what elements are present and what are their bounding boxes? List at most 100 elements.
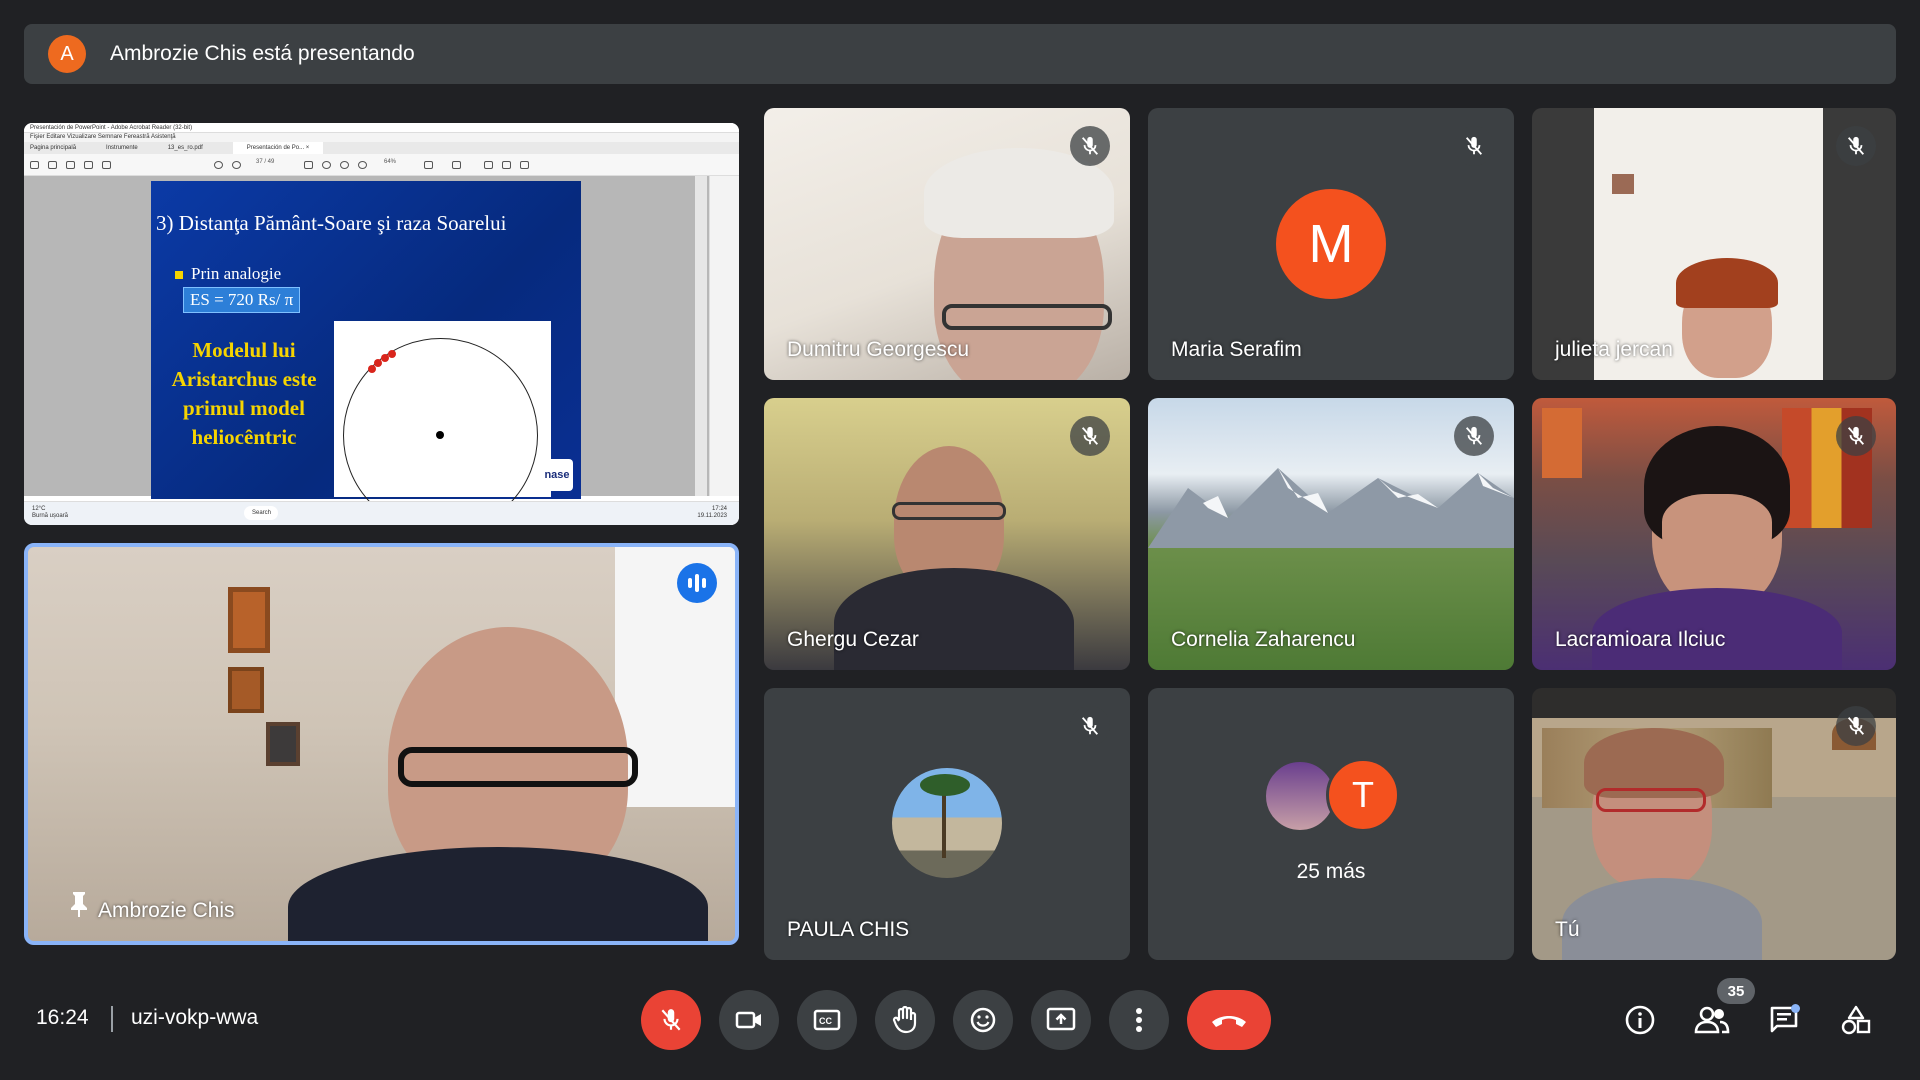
end-call-button[interactable] xyxy=(1187,990,1271,1050)
mic-off-icon xyxy=(1836,416,1876,456)
mic-off-icon xyxy=(1836,706,1876,746)
participant-avatar: M xyxy=(1276,189,1386,299)
present-icon xyxy=(1046,1007,1076,1031)
mic-off-icon xyxy=(1070,416,1110,456)
mountain-background xyxy=(1148,468,1514,548)
emoji-button[interactable] xyxy=(953,990,1013,1050)
more-vert-icon xyxy=(1136,1008,1142,1032)
participant-tile-self[interactable]: Tú xyxy=(1532,688,1896,960)
page-up-icon xyxy=(214,161,223,169)
present-button[interactable] xyxy=(1031,990,1091,1050)
clock: 16:24 xyxy=(36,1006,89,1029)
participant-name: Dumitru Georgescu xyxy=(787,338,970,361)
person-body xyxy=(1562,878,1762,960)
slide-bullet: Prin analogie xyxy=(175,264,281,284)
shared-tab: Pagina principală xyxy=(30,145,77,151)
presenting-banner: A Ambrozie Chis está presentando xyxy=(24,24,1896,84)
position-dot xyxy=(388,350,396,358)
glasses xyxy=(942,304,1112,330)
slide-formula: ES = 720 Rs/ π xyxy=(183,287,301,313)
activities-button[interactable] xyxy=(1838,1002,1874,1038)
more-options-button[interactable] xyxy=(1109,990,1169,1050)
windows-taskbar: 12°C Burnă ușoară Search 17:24 19.11.202… xyxy=(24,501,739,525)
mic-toggle-button[interactable] xyxy=(641,990,701,1050)
participant-tile-julieta[interactable]: julieta jercan xyxy=(1532,108,1896,380)
shared-window-title: Presentación de PowerPoint - Adobe Acrob… xyxy=(24,123,739,133)
meeting-details-button[interactable] xyxy=(1622,1002,1658,1038)
print-icon xyxy=(66,161,75,169)
unread-dot xyxy=(1791,1004,1800,1013)
glasses xyxy=(1596,788,1706,812)
participant-tile-paula[interactable]: PAULA CHIS xyxy=(764,688,1130,960)
sign-icon xyxy=(520,161,529,169)
slide-model-text: Modelul lui Aristarchus este primul mode… xyxy=(171,338,317,449)
participant-name: PAULA CHIS xyxy=(787,918,910,941)
participant-name: Maria Serafim xyxy=(1171,338,1302,361)
wall-icon-frame xyxy=(228,667,264,713)
mic-off-icon xyxy=(1070,126,1110,166)
emoji-icon xyxy=(970,1007,996,1033)
tools-icon xyxy=(452,161,461,169)
participant-avatar: T xyxy=(1326,758,1400,832)
person-hair xyxy=(1676,258,1778,308)
shared-screen[interactable]: Presentación de PowerPoint - Adobe Acrob… xyxy=(24,123,739,525)
participant-name: julieta jercan xyxy=(1555,338,1673,361)
svg-text:CC: CC xyxy=(819,1016,832,1026)
hand-icon xyxy=(322,161,331,169)
nase-logo: nase xyxy=(541,459,573,491)
glasses xyxy=(398,747,638,787)
camera-toggle-button[interactable] xyxy=(719,990,779,1050)
participants-count-badge: 35 xyxy=(1717,978,1755,1004)
mic-off-icon xyxy=(1070,706,1110,746)
zoom-level: 64% xyxy=(384,159,397,165)
participant-name: Cornelia Zaharencu xyxy=(1171,628,1356,651)
presenter-avatar: A xyxy=(48,35,86,73)
pdf-scrollbar[interactable] xyxy=(695,176,707,496)
participant-tile-cornelia[interactable]: Cornelia Zaharencu xyxy=(1148,398,1514,670)
people-button[interactable] xyxy=(1694,1002,1730,1038)
presenting-text: Ambrozie Chis está presentando xyxy=(110,42,415,65)
participant-avatar-photo xyxy=(892,768,1002,878)
chat-button[interactable] xyxy=(1766,1002,1802,1038)
presenter-tile[interactable]: Ambrozie Chis xyxy=(24,543,739,945)
speaking-indicator-icon xyxy=(677,563,717,603)
mic-off-icon xyxy=(1454,126,1494,166)
taskbar-clock: 17:24 19.11.2023 xyxy=(697,506,727,519)
slide-title: 3) Distanţa Pământ-Soare şi raza Soarelu… xyxy=(156,211,507,235)
participant-name: Tú xyxy=(1555,918,1580,941)
weather-widget: 12°C Burnă ușoară xyxy=(32,506,69,519)
mic-off-icon xyxy=(1454,416,1494,456)
more-participants-label: 25 más xyxy=(1296,860,1366,883)
mic-off-icon xyxy=(1836,126,1876,166)
wall-icon-frame xyxy=(266,722,300,766)
cursor-icon xyxy=(304,161,313,169)
taskbar-search: Search xyxy=(244,506,278,520)
raise-hand-button[interactable] xyxy=(875,990,935,1050)
shared-toolbar: 37 / 49 64% xyxy=(24,154,739,176)
shared-tab: Instrumente xyxy=(106,145,138,151)
wall-art xyxy=(1542,408,1582,478)
participant-tile-dumitru[interactable]: Dumitru Georgescu xyxy=(764,108,1130,380)
fit-icon xyxy=(424,161,433,169)
page-indicator: 37 / 49 xyxy=(256,159,275,165)
person-face xyxy=(1662,494,1772,564)
person-body xyxy=(834,568,1074,670)
pen-icon xyxy=(502,161,511,169)
participant-name: Lacramioara Ilciuc xyxy=(1555,628,1726,651)
participant-tile-ghergu[interactable]: Ghergu Cezar xyxy=(764,398,1130,670)
camera-icon xyxy=(735,1011,761,1029)
participant-tile-maria[interactable]: M Maria Serafim xyxy=(1148,108,1514,380)
shared-tab: 13_es_ro.pdf xyxy=(167,145,203,151)
shared-menu-bar: Fişier Editare Vizualizare Semnare Ferea… xyxy=(24,133,739,142)
shared-tab-active: Presentación de Po... × xyxy=(232,142,324,154)
participant-tile-more[interactable]: T 25 más xyxy=(1148,688,1514,960)
participant-tile-lacramioara[interactable]: Lacramioara Ilciuc xyxy=(1532,398,1896,670)
sun-dot xyxy=(436,431,444,439)
raise-hand-icon xyxy=(892,1006,917,1034)
orbit-diagram xyxy=(334,321,551,525)
pin-icon[interactable] xyxy=(68,890,90,923)
captions-button[interactable]: CC xyxy=(797,990,857,1050)
pdf-side-panel xyxy=(709,176,739,496)
shared-tab-bar: Pagina principală Instrumente 13_es_ro.p… xyxy=(24,142,739,154)
comment-icon xyxy=(484,161,493,169)
